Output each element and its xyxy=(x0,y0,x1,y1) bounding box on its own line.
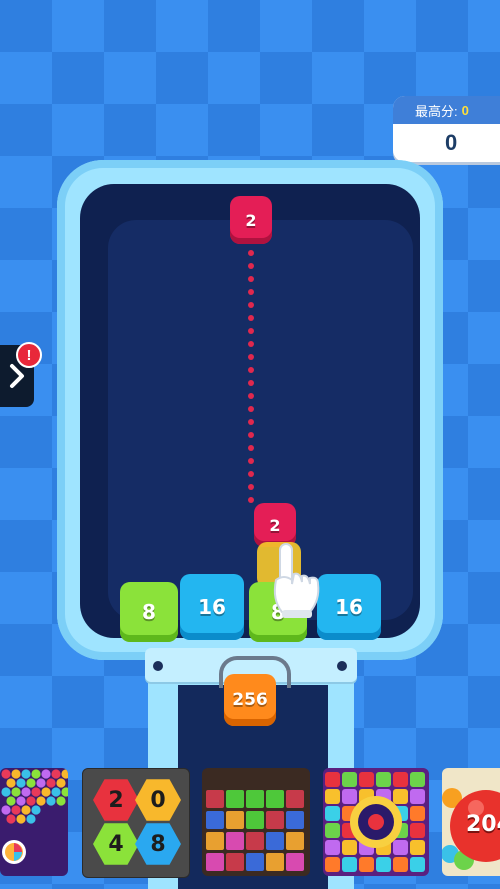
aim-dot xyxy=(248,263,254,269)
tutorial-hand-icon xyxy=(273,543,320,618)
board-tile-value: 8 xyxy=(142,600,156,624)
aim-dot xyxy=(248,289,254,295)
promo-hex-game[interactable]: 2 0 4 8 xyxy=(82,768,190,878)
board-tile-value: 16 xyxy=(335,595,363,619)
aim-dot xyxy=(248,250,254,256)
aim-dot xyxy=(248,471,254,477)
aim-dot xyxy=(248,445,254,451)
hex-tile: 4 xyxy=(93,823,139,865)
hex-number: 0 xyxy=(150,787,166,813)
promo-strip: 2 0 4 8 204 xyxy=(0,768,500,889)
aim-dot xyxy=(248,432,254,438)
shooter-tile-value: 2 xyxy=(245,210,257,230)
falling-tile-value: 2 xyxy=(269,515,281,535)
hex-tile: 8 xyxy=(135,823,181,865)
ball-game-label: 204 xyxy=(466,812,500,837)
hex-tile: 0 xyxy=(135,779,181,821)
notification-badge: ! xyxy=(16,342,42,368)
aim-dot xyxy=(248,315,254,321)
aim-dot xyxy=(248,302,254,308)
board-tile: 16 xyxy=(317,574,381,640)
aim-dot xyxy=(248,328,254,334)
aim-dot xyxy=(248,341,254,347)
promo-block-game[interactable] xyxy=(202,768,310,876)
promo-jewel-game[interactable] xyxy=(323,768,429,876)
aim-dot xyxy=(248,484,254,490)
promo-bubble-game[interactable] xyxy=(0,768,68,876)
aim-dot xyxy=(248,276,254,282)
aim-dot xyxy=(248,458,254,464)
aim-dot xyxy=(248,393,254,399)
shooter-tile: 2 xyxy=(230,196,272,244)
aim-dot xyxy=(248,354,254,360)
aim-dot xyxy=(248,406,254,412)
best-score-row: 最高分: 0 xyxy=(393,96,500,124)
hex-number: 8 xyxy=(150,831,166,857)
bolt-right xyxy=(337,661,347,671)
score-panel: 最高分: 0 0 xyxy=(393,96,500,162)
board-tile: 16 xyxy=(180,574,244,640)
hex-tile: 2 xyxy=(93,779,139,821)
hex-number: 4 xyxy=(108,831,124,857)
best-score-label: 最高分: xyxy=(415,103,458,119)
promo-ball-game[interactable]: 204 xyxy=(442,768,500,876)
block-puzzle-art-icon xyxy=(206,790,304,871)
aim-dot xyxy=(248,367,254,373)
aim-dot xyxy=(248,380,254,386)
next-tile: 256 xyxy=(224,674,276,726)
aim-dot xyxy=(248,497,254,503)
bubble-game-art-icon xyxy=(1,769,68,864)
board-tile: 8 xyxy=(120,582,178,642)
hex-number: 2 xyxy=(108,787,124,813)
next-tile-value: 256 xyxy=(232,690,268,710)
aim-dot xyxy=(248,419,254,425)
jewel-game-art-icon xyxy=(325,772,425,872)
best-score-value: 0 xyxy=(461,102,469,118)
board-tile-value: 16 xyxy=(198,595,226,619)
bolt-left xyxy=(153,661,163,671)
current-score: 0 xyxy=(445,130,458,155)
